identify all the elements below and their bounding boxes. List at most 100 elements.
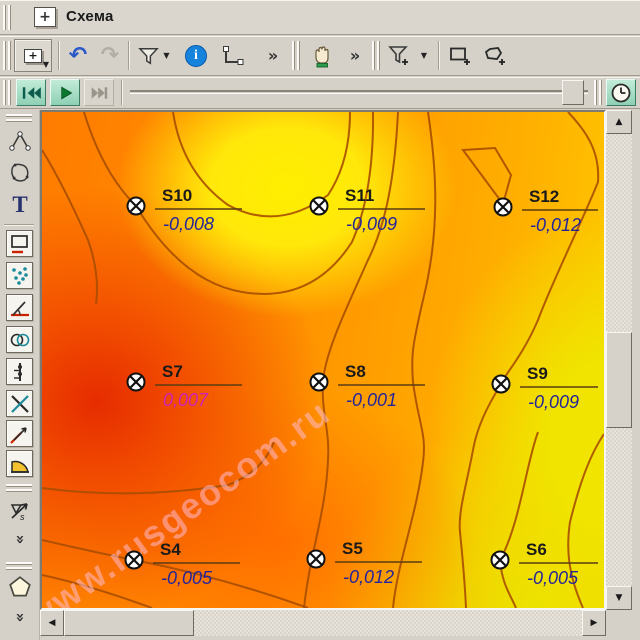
survey-point-S6[interactable]: S6 -0,005 (492, 540, 599, 588)
time-settings-button[interactable] (606, 79, 636, 106)
vertical-scrollbar-thumb[interactable] (606, 332, 632, 428)
forward-button (84, 79, 114, 106)
pentagon-tool-button[interactable] (4, 572, 36, 602)
toolbar-overflow-button[interactable]: » (344, 39, 366, 72)
filter-add-caret-button[interactable]: ▼ (416, 39, 432, 72)
quarter-pie-icon (8, 452, 32, 476)
toolbar-grip[interactable] (292, 41, 300, 70)
toolbar-grip[interactable] (3, 41, 11, 70)
svg-text:s: s (20, 512, 25, 522)
toolbar-grip[interactable] (594, 80, 602, 105)
frame-slider-track[interactable] (130, 90, 588, 94)
point-value: -0,005 (161, 568, 213, 588)
new-frame-button[interactable]: + ▼ (14, 39, 52, 72)
rect-select-button[interactable] (444, 39, 476, 72)
angle-measure-icon (8, 296, 32, 320)
point-name: S5 (342, 539, 363, 558)
separator (58, 41, 60, 70)
cross-lines-button[interactable] (6, 390, 33, 417)
toolbar-grip[interactable] (3, 80, 11, 105)
chevron-more-icon: » (12, 534, 27, 544)
redo-button[interactable]: ↷ (94, 39, 126, 72)
frame-icon: + (24, 49, 42, 63)
vertical-scrollbar[interactable]: ▲ ▼ (606, 110, 632, 610)
app-window: + Схема + ▼ ↶ ↷ ▼ i (0, 0, 640, 640)
section-profile-button[interactable] (6, 358, 33, 385)
point-name: S12 (529, 187, 559, 206)
scatter-points-icon (8, 264, 32, 288)
section-profile-icon (8, 360, 32, 384)
scroll-left-button[interactable]: ◀ (40, 610, 64, 636)
skip-section-button[interactable]: s (4, 496, 36, 526)
horizontal-scrollbar[interactable]: ◀ ▶ (40, 610, 606, 636)
play-button[interactable] (50, 79, 80, 106)
angle-measure-button[interactable] (6, 294, 33, 321)
text-tool-button[interactable]: T (4, 190, 36, 220)
toolbar-grip[interactable] (372, 41, 380, 70)
titlebar-grip[interactable] (3, 5, 11, 30)
point-name: S6 (526, 540, 547, 559)
toolbar-grip[interactable] (6, 114, 32, 122)
survey-point-S12[interactable]: S12-0,012 (495, 187, 599, 235)
window-icon[interactable]: + (34, 7, 56, 27)
point-name: S11 (345, 186, 374, 205)
panel-title: Схема (66, 8, 114, 25)
scroll-up-button[interactable]: ▲ (606, 110, 632, 134)
closed-contour-polygon (463, 148, 511, 204)
info-button[interactable]: i (180, 39, 212, 72)
horizontal-scrollbar-thumb[interactable] (64, 610, 194, 636)
undo-button[interactable]: ↶ (62, 39, 94, 72)
frame-underline-icon (8, 232, 32, 256)
toolbar-grip[interactable] (6, 484, 32, 492)
point-value: -0,012 (343, 567, 394, 587)
scroll-right-button[interactable]: ▶ (582, 610, 606, 636)
contour-edit-button[interactable] (4, 158, 36, 188)
rectangle-add-icon (448, 45, 472, 67)
scroll-down-button[interactable]: ▼ (606, 586, 632, 610)
blob-polygon-icon (8, 161, 32, 185)
separator (121, 80, 123, 105)
pan-button[interactable] (304, 39, 340, 72)
survey-point-S7[interactable]: S7 0,007 (128, 362, 243, 410)
dropdown-caret-icon: ▼ (421, 52, 427, 60)
dimension-corner-button[interactable] (214, 39, 250, 72)
overlapping-circles-icon (8, 328, 32, 352)
toolbar-grip[interactable] (6, 562, 32, 570)
vertex-edit-button[interactable] (4, 126, 36, 156)
filter-button[interactable]: ▼ (132, 39, 176, 72)
polygon-select-button[interactable] (478, 39, 512, 72)
separator (128, 41, 130, 70)
cross-icon (8, 392, 32, 416)
plus-icon: + (39, 10, 51, 24)
point-value: -0,008 (163, 214, 214, 234)
area-diagram-button[interactable] (6, 450, 33, 477)
slope-arrow-button[interactable] (6, 420, 33, 447)
filter-add-button[interactable] (384, 39, 416, 72)
toolbar-overflow-button[interactable]: » (262, 39, 284, 72)
chevron-more-icon: » (12, 612, 27, 622)
survey-point-S11[interactable]: S11-0,009 (311, 186, 426, 234)
overlap-circles-button[interactable] (6, 326, 33, 353)
undo-icon: ↶ (69, 45, 87, 67)
scatter-points-button[interactable] (6, 262, 33, 289)
main-toolbar: + ▼ ↶ ↷ ▼ i » (0, 36, 640, 76)
redo-icon: ↷ (101, 45, 119, 67)
survey-point-S10[interactable]: S10-0,008 (128, 186, 243, 234)
overflow-icon: » (350, 48, 360, 64)
frame-diagram-button[interactable] (6, 230, 33, 257)
rewind-button[interactable] (16, 79, 46, 106)
frame-slider-thumb[interactable] (562, 80, 584, 105)
point-name: S4 (160, 540, 181, 559)
flag-arrow-icon: s (8, 499, 32, 523)
point-name: S7 (162, 362, 183, 381)
separator (438, 41, 440, 70)
separator (4, 224, 34, 226)
map-viewport[interactable]: www.rusgeocom.ru S10-0,008S11-0,009S12-0… (40, 110, 606, 610)
toolbar-more-button[interactable]: » (4, 606, 36, 628)
pentagon-icon (7, 574, 33, 600)
point-value: 0,007 (163, 390, 209, 410)
toolbar-more-button[interactable]: » (4, 528, 36, 550)
survey-point-S8[interactable]: S8-0,001 (311, 362, 426, 410)
point-value: -0,005 (527, 568, 579, 588)
point-value: -0,001 (346, 390, 397, 410)
